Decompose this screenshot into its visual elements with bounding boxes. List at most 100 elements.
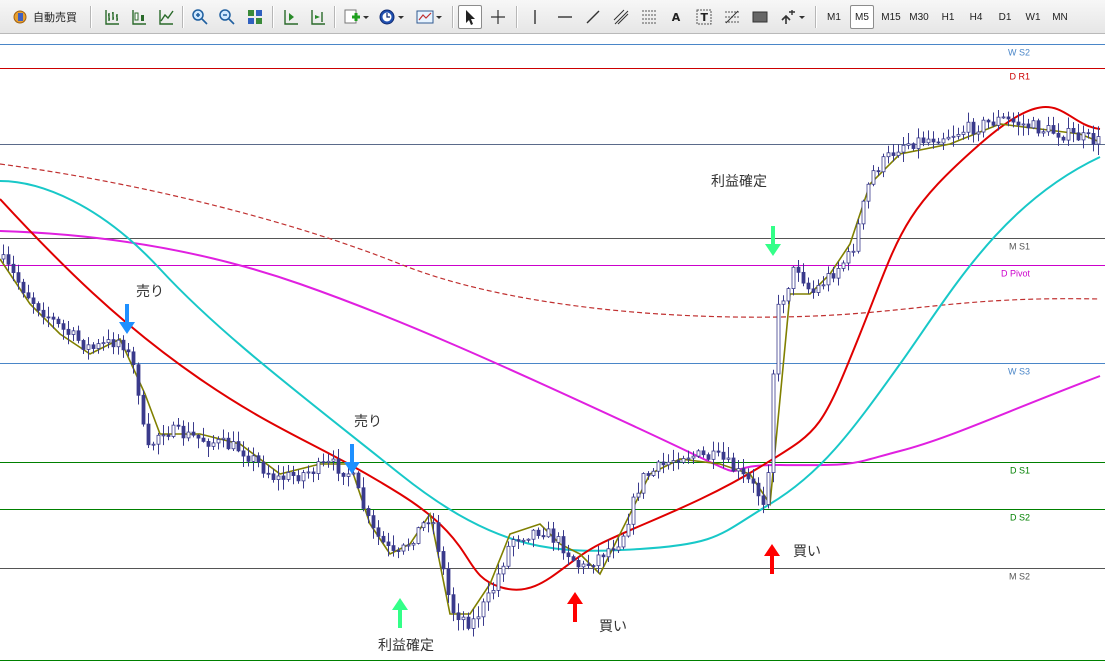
timeframe-m1-button[interactable]: M1 xyxy=(822,5,846,29)
cursor-icon xyxy=(466,10,475,25)
candle-body xyxy=(1026,123,1031,129)
timeframe-w1-button[interactable]: W1 xyxy=(1021,5,1045,29)
candle-body xyxy=(181,425,186,439)
candle-body xyxy=(326,460,331,463)
candle-body xyxy=(961,131,966,135)
horizontal-line-button[interactable] xyxy=(553,5,577,29)
candle-body xyxy=(531,529,536,540)
zoom-in-icon xyxy=(192,9,208,25)
candle-body xyxy=(906,143,911,146)
candle-body xyxy=(361,487,366,509)
tile-windows-button[interactable] xyxy=(243,5,267,29)
candle-body xyxy=(196,434,201,439)
chart-shift-button[interactable] xyxy=(306,5,330,29)
candle-body xyxy=(61,323,66,330)
auto-scroll-button[interactable] xyxy=(279,5,303,29)
candle-body xyxy=(226,437,231,450)
autotrade-button[interactable]: 自動売買 xyxy=(8,5,81,29)
candle-chart-button[interactable] xyxy=(127,5,151,29)
candle-body xyxy=(601,554,606,558)
candle-body xyxy=(386,541,391,547)
templates-icon xyxy=(416,10,442,24)
candle-body xyxy=(856,223,861,252)
templates-button[interactable] xyxy=(414,5,446,29)
indicators-button[interactable] xyxy=(341,5,371,29)
text-label-button[interactable]: T xyxy=(692,5,716,29)
candle-body xyxy=(991,121,996,126)
candle-body xyxy=(616,546,621,551)
candle-body xyxy=(461,616,466,621)
candle-body xyxy=(91,344,96,349)
candle-body xyxy=(96,343,101,349)
arrows-button[interactable] xyxy=(777,5,809,29)
candle-body xyxy=(416,527,421,544)
timeframe-mn-button[interactable]: MN xyxy=(1048,5,1072,29)
candle-body xyxy=(661,461,666,466)
candle-body xyxy=(66,328,71,335)
candle-body xyxy=(146,423,151,446)
periods-button[interactable] xyxy=(376,5,408,29)
candle-body xyxy=(26,292,31,299)
candle-body xyxy=(936,141,941,144)
candle-body xyxy=(436,522,441,552)
bar-chart-button[interactable] xyxy=(100,5,124,29)
text-label-icon: T xyxy=(701,11,709,24)
vertical-line-button[interactable] xyxy=(523,5,547,29)
equidistant-channel-button[interactable] xyxy=(609,5,633,29)
timeframe-d1-button[interactable]: D1 xyxy=(993,5,1017,29)
timeframe-h4-button[interactable]: H4 xyxy=(964,5,988,29)
candle-body xyxy=(1001,116,1006,119)
candle-body xyxy=(1006,116,1011,120)
price-chart[interactable]: W S2D R1M S1D PivotW S3D S1D S2M S2 売り売り… xyxy=(0,34,1105,663)
candle-body xyxy=(921,137,926,144)
level-label: M S1 xyxy=(1009,242,1030,252)
timeframe-h1-button[interactable]: H1 xyxy=(936,5,960,29)
candle-body xyxy=(576,559,581,568)
candle-body xyxy=(176,424,181,427)
candle-body xyxy=(301,472,306,482)
zoom-in-button[interactable] xyxy=(188,5,212,29)
candle-body xyxy=(821,284,826,287)
candle-body xyxy=(871,170,876,185)
candle-body xyxy=(891,152,896,156)
candle-body xyxy=(526,538,531,541)
timeframe-m5-button[interactable]: M5 xyxy=(850,5,874,29)
candle-body xyxy=(1096,136,1101,145)
candle-body xyxy=(336,458,341,474)
candle-body xyxy=(476,616,481,620)
candle-body xyxy=(101,342,106,345)
line-chart-button[interactable] xyxy=(154,5,178,29)
candle-body xyxy=(381,535,386,543)
trendline-button[interactable] xyxy=(581,5,605,29)
candle-body xyxy=(931,138,936,143)
candle-body xyxy=(641,473,646,494)
candle-body xyxy=(1061,136,1066,141)
crosshair-button[interactable] xyxy=(486,5,510,29)
candle-body xyxy=(141,394,146,425)
fibo-fan-button[interactable] xyxy=(720,5,744,29)
candle-body xyxy=(516,539,521,542)
candle-body xyxy=(331,458,336,462)
cursor-button[interactable] xyxy=(458,5,482,29)
candle-body xyxy=(201,437,206,442)
candle-body xyxy=(341,472,346,477)
candle-body xyxy=(706,454,711,460)
candle-body xyxy=(256,455,261,463)
candle-body xyxy=(346,473,351,477)
zoom-out-button[interactable] xyxy=(215,5,239,29)
candle-body xyxy=(506,545,511,567)
annotation-sell-2: 売り xyxy=(354,413,382,429)
candle-body xyxy=(631,496,636,525)
candle-body xyxy=(191,431,196,436)
candle-body xyxy=(356,472,361,489)
candle-body xyxy=(466,616,471,629)
rectangle-button[interactable] xyxy=(748,5,772,29)
annotation-buy-1: 買い xyxy=(599,618,627,634)
fibonacci-button[interactable] xyxy=(637,5,661,29)
text-button[interactable]: A xyxy=(664,5,688,29)
timeframe-m15-button[interactable]: M15 xyxy=(879,5,903,29)
candle-body xyxy=(391,545,396,551)
crosshair-icon xyxy=(491,10,505,24)
timeframe-m30-button[interactable]: M30 xyxy=(907,5,931,29)
candle-body xyxy=(916,137,921,149)
